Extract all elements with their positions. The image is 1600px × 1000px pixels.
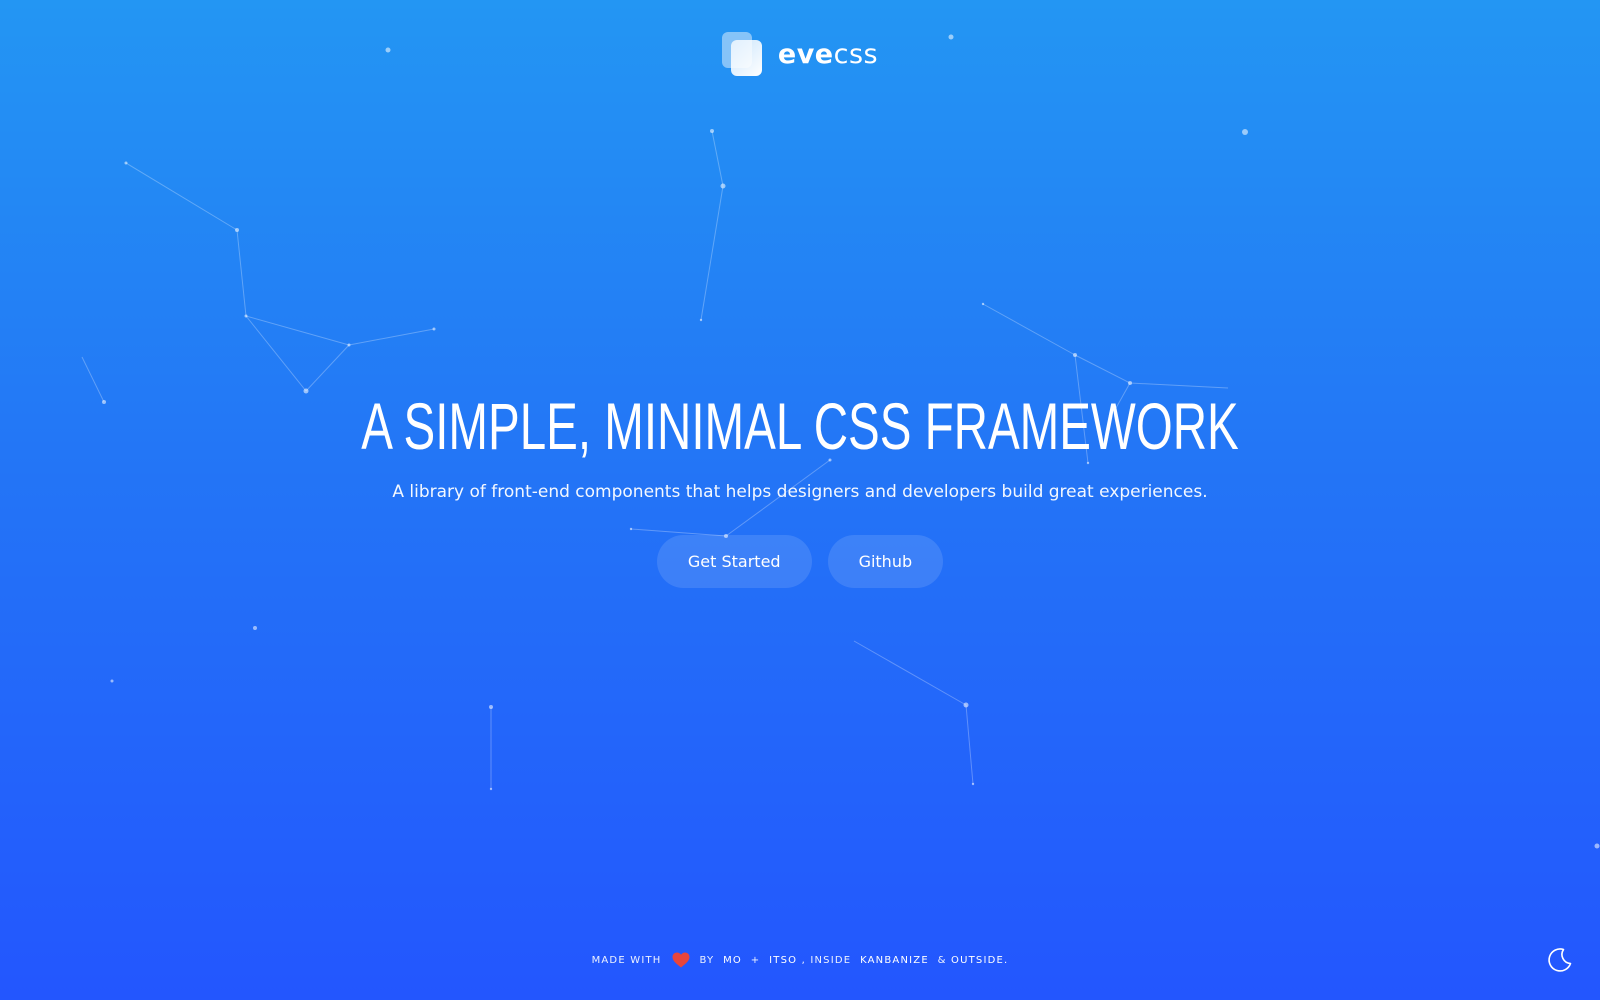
brand-name-bold: eve [777, 38, 834, 70]
get-started-button[interactable]: Get Started [656, 535, 812, 588]
hero-section: A SIMPLE, MINIMAL CSS FRAMEWORK A librar… [0, 388, 1600, 588]
heart-icon [672, 952, 689, 968]
hero-subtitle: A library of front-end components that h… [392, 482, 1208, 502]
footer-author-itso-link[interactable]: ITSO [769, 955, 797, 966]
site-header: evecss [0, 32, 1600, 76]
footer-kanbanize-link[interactable]: KANBANIZE [860, 955, 929, 966]
site-footer: MADE WITH BY MO + ITSO , INSIDE KANBANIZ… [0, 948, 1600, 972]
hero-title: A SIMPLE, MINIMAL CSS FRAMEWORK [361, 389, 1239, 463]
footer-inside: , INSIDE [801, 954, 852, 966]
hero-actions: Get Started Github [0, 535, 1600, 588]
brand-logo-link[interactable]: evecss [721, 32, 878, 76]
footer-ampersand: & [937, 954, 947, 966]
brand-name: evecss [778, 39, 878, 70]
brand-name-light: css [833, 38, 879, 70]
footer-made-with: MADE WITH [591, 954, 662, 966]
footer-outside-link[interactable]: OUTSIDE. [951, 955, 1008, 966]
footer-plus: + [750, 954, 761, 966]
footer-by: BY [699, 954, 715, 966]
github-button[interactable]: Github [827, 535, 944, 588]
moon-icon[interactable] [1546, 946, 1574, 974]
evecss-logo-icon [721, 32, 764, 76]
footer-author-mo-link[interactable]: MO [723, 955, 742, 966]
